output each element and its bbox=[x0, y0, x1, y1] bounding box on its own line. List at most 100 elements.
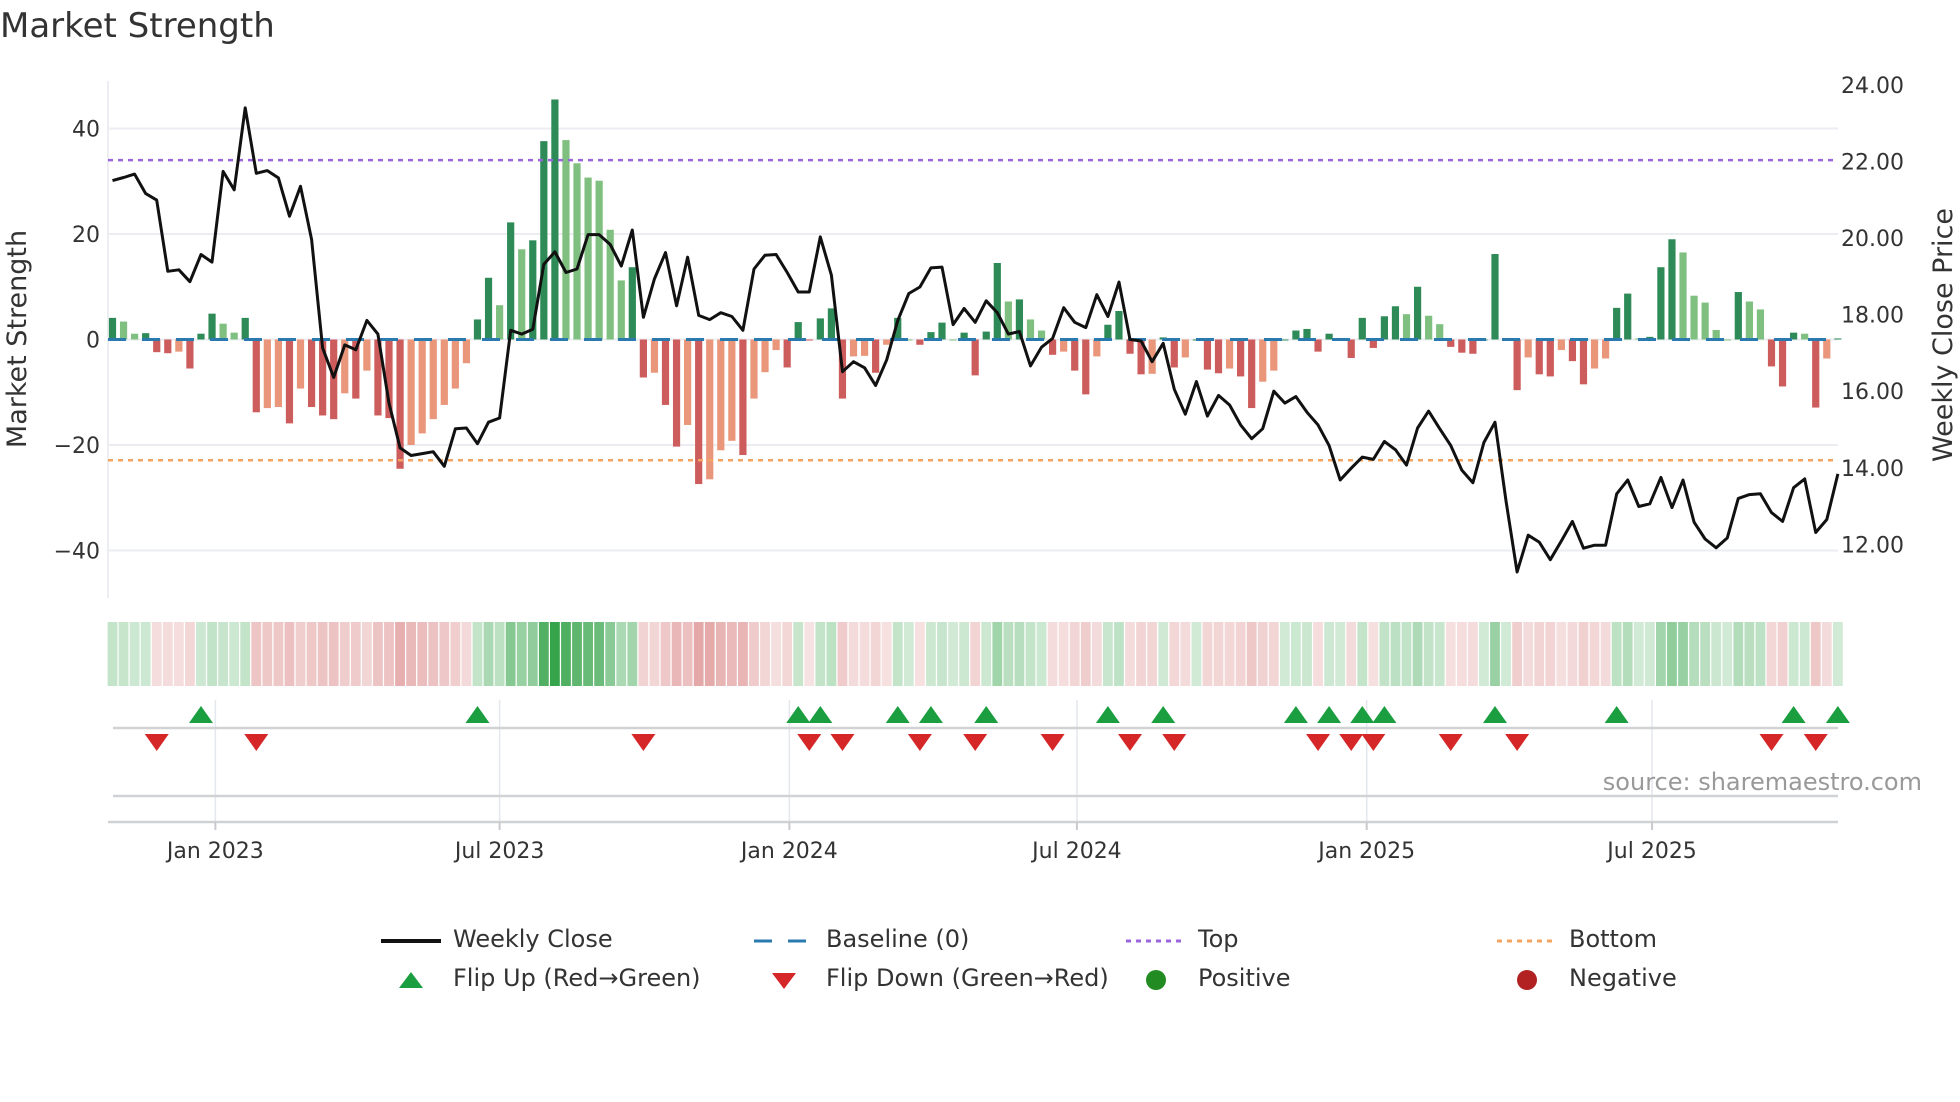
strength-bar bbox=[860, 339, 869, 356]
strength-bar bbox=[1314, 339, 1322, 352]
strength-bar bbox=[1557, 339, 1565, 351]
strength-bar bbox=[1082, 339, 1090, 395]
strength-bar bbox=[1259, 339, 1267, 382]
strength-bar bbox=[285, 339, 294, 424]
heat-cell bbox=[1832, 622, 1843, 686]
heat-cell bbox=[1357, 622, 1368, 686]
strength-bar bbox=[1568, 339, 1577, 362]
source-label: source: sharemaestro.com bbox=[1602, 768, 1922, 796]
strength-bar bbox=[108, 317, 117, 340]
heat-cell bbox=[749, 622, 759, 686]
flip-down-marker bbox=[1339, 734, 1364, 751]
heat-cell bbox=[937, 622, 947, 686]
flip-down-marker bbox=[244, 734, 269, 751]
heat-cell bbox=[1114, 622, 1124, 686]
strength-bar bbox=[1026, 319, 1035, 340]
heat-cell bbox=[1025, 622, 1036, 686]
legend-flip-down[interactable]: Flip Down (Green→Red) bbox=[754, 964, 1109, 992]
heat-cell bbox=[428, 622, 439, 686]
triangle-up-icon bbox=[381, 968, 441, 988]
strength-bar bbox=[1668, 239, 1676, 340]
heat-cell bbox=[1014, 622, 1025, 686]
dashed-line-icon bbox=[754, 929, 814, 949]
strength-bar bbox=[1579, 339, 1588, 385]
strength-bar bbox=[695, 339, 703, 485]
heat-cell bbox=[1810, 622, 1821, 686]
legend-negative[interactable]: Negative bbox=[1497, 964, 1677, 992]
heat-cell bbox=[350, 622, 361, 686]
heat-cell bbox=[815, 622, 826, 686]
heat-cell bbox=[572, 622, 582, 686]
strength-bar bbox=[684, 339, 692, 425]
heat-cell bbox=[472, 622, 483, 686]
legend-baseline[interactable]: Baseline (0) bbox=[754, 925, 969, 953]
heat-cell bbox=[527, 622, 538, 686]
heat-cell bbox=[826, 622, 837, 686]
heat-cell bbox=[1423, 622, 1434, 686]
flip-up-marker bbox=[918, 706, 943, 723]
strength-bar bbox=[1071, 339, 1079, 371]
heat-cell bbox=[903, 622, 914, 686]
legend-label: Top bbox=[1198, 925, 1239, 953]
strength-bar bbox=[1126, 339, 1134, 354]
legend-bottom[interactable]: Bottom bbox=[1497, 925, 1657, 953]
strength-bar bbox=[982, 331, 990, 340]
heat-cell bbox=[1401, 622, 1412, 686]
legend-flip-up[interactable]: Flip Up (Red→Green) bbox=[381, 964, 701, 992]
strength-bar bbox=[1524, 339, 1532, 358]
heat-cell bbox=[185, 622, 195, 686]
strength-bar bbox=[1303, 328, 1311, 340]
strength-bar bbox=[1535, 339, 1543, 375]
heat-cell bbox=[1158, 622, 1169, 686]
solid-line-icon bbox=[381, 929, 441, 949]
flip-up-marker bbox=[1283, 706, 1308, 723]
heat-cell bbox=[1567, 622, 1578, 686]
heat-cell bbox=[914, 622, 925, 686]
strength-bar bbox=[274, 339, 282, 408]
strength-bar bbox=[1613, 307, 1621, 340]
strength-bar bbox=[816, 318, 824, 340]
flip-down-marker bbox=[1505, 734, 1530, 751]
strength-bar bbox=[938, 322, 946, 340]
heat-cell bbox=[1689, 622, 1699, 686]
heat-cell bbox=[1103, 622, 1113, 686]
strength-bar bbox=[1358, 317, 1366, 340]
heat-cell bbox=[1069, 622, 1080, 686]
heat-cell bbox=[1644, 622, 1655, 686]
strength-bar bbox=[1115, 311, 1123, 340]
flip-up-marker bbox=[1825, 706, 1850, 723]
legend-weekly-close[interactable]: Weekly Close bbox=[381, 925, 613, 953]
legend-top[interactable]: Top bbox=[1126, 925, 1239, 953]
heat-cell bbox=[892, 622, 903, 686]
strength-bar bbox=[584, 177, 592, 340]
legend-positive[interactable]: Positive bbox=[1126, 964, 1291, 992]
heat-cell bbox=[1169, 622, 1180, 686]
heat-cell bbox=[870, 622, 881, 686]
heat-cell bbox=[671, 622, 682, 686]
heat-cell bbox=[1246, 622, 1257, 686]
heat-cell bbox=[1479, 622, 1489, 686]
strength-bar bbox=[462, 339, 471, 364]
strength-bar bbox=[1657, 267, 1665, 340]
heat-cell bbox=[782, 622, 793, 686]
strength-bar bbox=[197, 333, 205, 340]
flip-up-marker bbox=[1372, 706, 1397, 723]
strength-bar bbox=[518, 249, 526, 340]
strength-bar bbox=[330, 339, 338, 420]
flip-up-marker bbox=[808, 706, 833, 723]
strength-bar bbox=[1513, 339, 1521, 391]
heat-cell bbox=[1379, 622, 1390, 686]
strength-bar bbox=[761, 339, 769, 373]
heat-cell bbox=[649, 622, 660, 686]
strength-bar bbox=[296, 339, 305, 389]
x-tick-label: Jul 2025 bbox=[1605, 839, 1697, 864]
flip-up-marker bbox=[188, 706, 213, 723]
strength-bar bbox=[1458, 339, 1466, 353]
heat-cell bbox=[1777, 622, 1788, 686]
strength-bar bbox=[119, 321, 128, 340]
heat-cell bbox=[162, 622, 173, 686]
heat-cell bbox=[1368, 622, 1379, 686]
axes: Jan 2023 Jul 2023 Jan 2024 Jul 2024 Jan 2025… bbox=[2, 74, 1959, 864]
strength-bar bbox=[1812, 339, 1820, 408]
legend-label: Baseline (0) bbox=[826, 925, 970, 953]
